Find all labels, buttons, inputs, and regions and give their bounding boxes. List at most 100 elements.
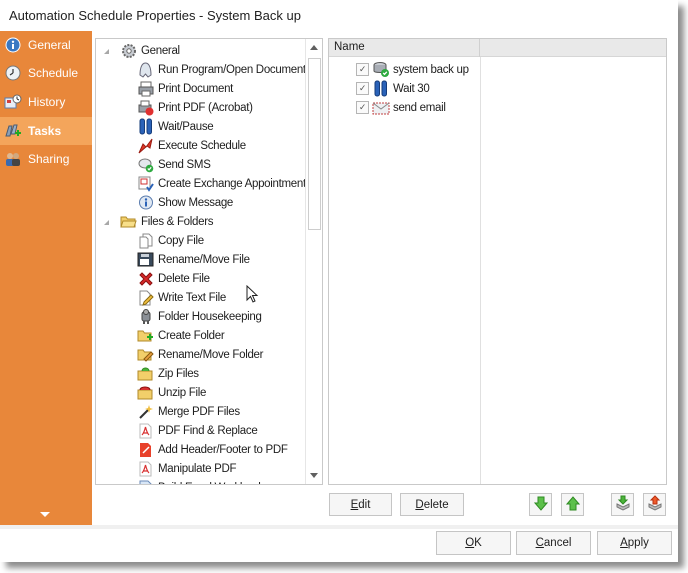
mouse-cursor-icon bbox=[246, 285, 259, 303]
tree-item-label: Manipulate PDF bbox=[158, 462, 237, 475]
tree-item[interactable]: Unzip File bbox=[137, 383, 206, 402]
appointment-icon bbox=[137, 175, 154, 192]
sidebar-item-tasks[interactable]: Tasks bbox=[0, 117, 92, 145]
pause-icon bbox=[372, 80, 390, 97]
pdf-icon bbox=[137, 460, 154, 477]
sidebar-item-label: General bbox=[28, 38, 71, 52]
pause-icon bbox=[137, 118, 154, 135]
edit-button[interactable]: Edit bbox=[329, 493, 392, 516]
clock-icon bbox=[4, 64, 22, 82]
scroll-up-button[interactable] bbox=[306, 39, 322, 56]
delete-label: elete bbox=[423, 498, 449, 511]
tree-item-label: Wait/Pause bbox=[158, 120, 214, 133]
move-down-button[interactable] bbox=[529, 493, 552, 516]
tree-item[interactable]: Write Text File bbox=[137, 288, 226, 307]
delete-icon bbox=[137, 270, 154, 287]
tree-item-label: Execute Schedule bbox=[158, 139, 246, 152]
move-up-button[interactable] bbox=[561, 493, 584, 516]
zip-icon bbox=[137, 365, 154, 382]
tree-item-label: Unzip File bbox=[158, 386, 207, 399]
sidebar: General Schedule History Tasks Sharing bbox=[0, 31, 92, 525]
info-icon bbox=[4, 36, 22, 54]
excel-icon bbox=[137, 479, 154, 484]
tree-item-label: Copy File bbox=[158, 234, 204, 247]
rename-folder-icon bbox=[137, 346, 154, 363]
tree-item[interactable]: Merge PDF Files bbox=[137, 402, 240, 421]
rename-file-icon bbox=[137, 251, 154, 268]
tree-item[interactable]: Copy File bbox=[137, 231, 204, 250]
copy-file-icon bbox=[137, 232, 154, 249]
import-button[interactable] bbox=[611, 493, 634, 516]
apply-button[interactable]: Apply bbox=[597, 531, 672, 555]
task-row[interactable]: ✓ Wait 30 bbox=[356, 79, 430, 98]
folder-icon bbox=[120, 213, 137, 230]
chevron-down-icon[interactable] bbox=[40, 512, 50, 517]
tree-item[interactable]: PDF Find & Replace bbox=[137, 421, 258, 440]
footer-separator bbox=[0, 525, 678, 529]
tree-item[interactable]: Manipulate PDF bbox=[137, 459, 237, 478]
tree-item-label: Build Excel Workbook bbox=[158, 482, 264, 485]
tree-item-label: Write Text File bbox=[158, 291, 226, 304]
tree-item[interactable]: Run Program/Open Document bbox=[137, 60, 306, 79]
sidebar-item-general[interactable]: General bbox=[0, 31, 92, 59]
tree-item[interactable]: Print PDF (Acrobat) bbox=[137, 98, 253, 117]
ok-button[interactable]: OK bbox=[436, 531, 511, 555]
task-row[interactable]: ✓ send email bbox=[356, 98, 446, 117]
column-header-name[interactable]: Name bbox=[329, 39, 480, 57]
sidebar-item-label: Schedule bbox=[28, 66, 79, 80]
unzip-icon bbox=[137, 384, 154, 401]
tree-item[interactable]: Zip Files bbox=[137, 364, 199, 383]
tree-scrollbar[interactable] bbox=[305, 39, 322, 484]
list-header: Name bbox=[329, 39, 666, 57]
cancel-button[interactable]: Cancel bbox=[516, 531, 591, 555]
import-icon bbox=[615, 495, 631, 514]
tree-item-label: Rename/Move Folder bbox=[158, 348, 264, 361]
tree-item[interactable]: Build Excel Workbook bbox=[137, 478, 264, 485]
tree-item-label: Merge PDF Files bbox=[158, 405, 240, 418]
expand-collapse-toggle[interactable] bbox=[104, 49, 109, 54]
tree-item[interactable]: Create Folder bbox=[137, 326, 225, 345]
task-enabled-checkbox[interactable]: ✓ bbox=[356, 82, 369, 95]
scroll-thumb[interactable] bbox=[308, 58, 321, 230]
delete-button[interactable]: Delete bbox=[400, 493, 464, 516]
move-down-icon bbox=[533, 496, 548, 514]
tree-item[interactable]: Folder Housekeeping bbox=[137, 307, 262, 326]
tree-item-label: Create Folder bbox=[158, 329, 225, 342]
task-name: send email bbox=[393, 101, 446, 114]
print-pdf-icon bbox=[137, 99, 154, 116]
tree-item[interactable]: Send SMS bbox=[137, 155, 211, 174]
tree-item[interactable]: Wait/Pause bbox=[137, 117, 214, 136]
export-button[interactable] bbox=[643, 493, 666, 516]
backup-icon bbox=[372, 61, 390, 78]
tree-item[interactable]: Create Exchange Appointment bbox=[137, 174, 306, 193]
tree-item-label: Show Message bbox=[158, 196, 234, 209]
tree-item-label: Print PDF (Acrobat) bbox=[158, 101, 253, 114]
task-row[interactable]: ✓ system back up bbox=[356, 60, 469, 79]
tree-item[interactable]: Rename/Move Folder bbox=[137, 345, 263, 364]
expand-collapse-toggle[interactable] bbox=[104, 220, 109, 225]
write-file-icon bbox=[137, 289, 154, 306]
tree-group[interactable]: Files & Folders bbox=[120, 212, 213, 231]
tree-item-label: Run Program/Open Document bbox=[158, 63, 306, 76]
sidebar-item-schedule[interactable]: Schedule bbox=[0, 59, 92, 87]
tree-item[interactable]: Print Document bbox=[137, 79, 233, 98]
tree-item[interactable]: Add Header/Footer to PDF bbox=[137, 440, 288, 459]
tree-item[interactable]: Show Message bbox=[137, 193, 233, 212]
tree-item[interactable]: Delete File bbox=[137, 269, 210, 288]
scroll-down-button[interactable] bbox=[306, 467, 322, 484]
task-enabled-checkbox[interactable]: ✓ bbox=[356, 101, 369, 114]
tree-item[interactable]: Execute Schedule bbox=[137, 136, 246, 155]
sidebar-item-sharing[interactable]: Sharing bbox=[0, 145, 92, 173]
sidebar-item-history[interactable]: History bbox=[0, 88, 92, 116]
housekeeping-icon bbox=[137, 308, 154, 325]
tree-item[interactable]: Rename/Move File bbox=[137, 250, 250, 269]
task-type-tree: General Run Program/Open Document Print Do… bbox=[95, 38, 323, 485]
sms-icon bbox=[137, 156, 154, 173]
column-divider bbox=[480, 57, 481, 484]
task-enabled-checkbox[interactable]: ✓ bbox=[356, 63, 369, 76]
merge-pdf-icon bbox=[137, 403, 154, 420]
pdf-header-icon bbox=[137, 441, 154, 458]
tree-item-label: Delete File bbox=[158, 272, 210, 285]
tree-group[interactable]: General bbox=[120, 41, 180, 60]
run-program-icon bbox=[137, 61, 154, 78]
